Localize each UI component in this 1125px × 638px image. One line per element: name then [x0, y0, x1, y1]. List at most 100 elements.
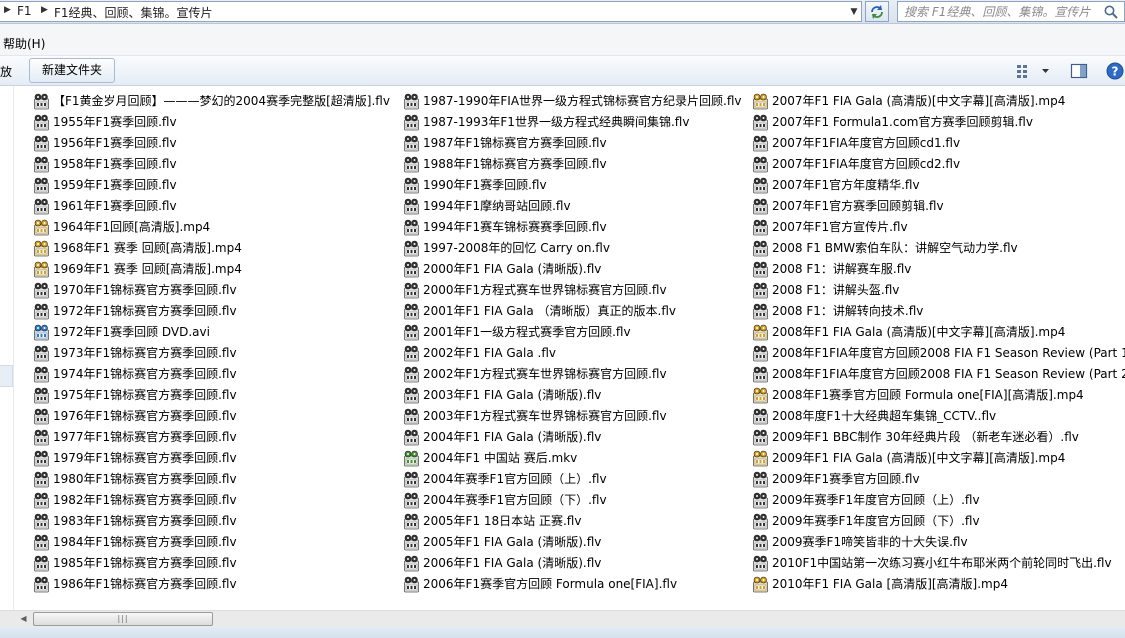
file-name: 2008年F1赛季官方回顾 Formula one[FIA][高清版].mp4	[772, 388, 1084, 402]
mp4-video-file-icon	[752, 93, 769, 110]
menu-help[interactable]: 帮助(H)	[3, 35, 45, 52]
flv-video-file-icon	[403, 114, 420, 131]
breadcrumb-item-f1[interactable]: F1	[17, 4, 32, 18]
flv-video-file-icon	[33, 135, 50, 152]
file-name: 2010F1中国站第一次练习赛小红牛布耶米两个前轮同时飞出.flv	[772, 556, 1112, 570]
flv-video-file-icon	[33, 93, 50, 110]
file-name: 2007年F1FIA年度官方回顾cd2.flv	[772, 157, 961, 171]
file-name: 2000年F1 FIA Gala (清晰版).flv	[423, 262, 602, 276]
file-name: 2009年F1赛季官方回顾.flv	[772, 472, 920, 486]
file-name: 1986年F1锦标赛官方赛季回顾.flv	[53, 577, 237, 591]
flv-video-file-icon	[752, 534, 769, 551]
flv-video-file-icon	[33, 177, 50, 194]
flv-video-file-icon	[752, 555, 769, 572]
flv-video-file-icon	[33, 387, 50, 404]
file-name: 1985年F1锦标赛官方赛季回顾.flv	[53, 556, 237, 570]
mkv-video-file-icon	[403, 450, 420, 467]
new-folder-button[interactable]: 新建文件夹	[29, 58, 115, 83]
scrollbar-thumb[interactable]: |||	[33, 612, 213, 626]
file-name: 1979年F1锦标赛官方赛季回顾.flv	[53, 451, 237, 465]
file-name: 1955年F1赛季回顾.flv	[53, 115, 177, 129]
preview-pane-icon	[1070, 63, 1088, 79]
flv-video-file-icon	[403, 324, 420, 341]
crumb-separator-icon[interactable]: ▶	[41, 5, 48, 15]
flv-video-file-icon	[403, 282, 420, 299]
flv-video-file-icon	[33, 555, 50, 572]
menu-bar: 帮助(H)	[0, 24, 1125, 56]
file-name: 1959年F1赛季回顾.flv	[53, 178, 177, 192]
command-bar: 放 新建文件夹 ?	[0, 56, 1125, 86]
file-name: 2009年F1 FIA Gala (高清版)[中文字幕][高清版].mp4	[772, 451, 1066, 465]
breadcrumb-item-current-folder[interactable]: F1经典、回顾、集锦。宣传片	[54, 4, 213, 21]
file-name: 1973年F1锦标赛官方赛季回顾.flv	[53, 346, 237, 360]
flv-video-file-icon	[403, 366, 420, 383]
flv-video-file-icon	[752, 303, 769, 320]
flv-video-file-icon	[33, 114, 50, 131]
file-name: 2008 F1 BMW索伯车队：讲解空气动力学.flv	[772, 241, 1018, 255]
flv-video-file-icon	[33, 450, 50, 467]
file-name: 2007年F1官方年度精华.flv	[772, 178, 920, 192]
file-name: 1964年F1回顾[高清版].mp4	[53, 220, 211, 234]
file-name: 2005年F1 18日本站 正赛.flv	[423, 514, 582, 528]
file-name: 1987年F1锦标赛官方赛季回顾.flv	[423, 136, 607, 150]
file-name: 1987-1993年F1世界一级方程式经典瞬间集锦.flv	[423, 115, 690, 129]
search-icon[interactable]	[1103, 4, 1119, 20]
file-name: 2003年F1 FIA Gala (清晰版).flv	[423, 388, 602, 402]
help-button[interactable]: ?	[1105, 61, 1125, 81]
flv-video-file-icon	[403, 492, 420, 509]
file-name: 2004年F1 FIA Gala (清晰版).flv	[423, 430, 602, 444]
navigation-pane[interactable]	[0, 86, 14, 610]
flv-video-file-icon	[403, 303, 420, 320]
address-bar[interactable]: ▶ F1 ▶ F1经典、回顾、集锦。宣传片 ▼	[0, 1, 862, 22]
file-name: 2009年赛季F1年度官方回顾（下）.flv	[772, 514, 980, 528]
search-input[interactable]	[904, 3, 1100, 20]
flv-video-file-icon	[403, 345, 420, 362]
flv-video-file-icon	[33, 513, 50, 530]
file-name: 1956年F1赛季回顾.flv	[53, 136, 177, 150]
horizontal-scrollbar[interactable]: ◀ |||	[0, 610, 1125, 627]
toolbar-play-button[interactable]: 放	[0, 63, 12, 80]
flv-video-file-icon	[752, 366, 769, 383]
flv-video-file-icon	[752, 429, 769, 446]
details-pane	[0, 627, 1125, 638]
flv-video-file-icon	[403, 576, 420, 593]
file-name: 1975年F1锦标赛官方赛季回顾.flv	[53, 388, 237, 402]
preview-pane-button[interactable]	[1069, 61, 1089, 81]
mp4-video-file-icon	[33, 261, 50, 278]
flv-video-file-icon	[752, 240, 769, 257]
help-icon: ?	[1106, 62, 1124, 80]
flv-video-file-icon	[403, 555, 420, 572]
file-name: 1994年F1赛车锦标赛赛季回顾.flv	[423, 220, 607, 234]
file-name: 2000年F1方程式赛车世界锦标赛官方回顾.flv	[423, 283, 667, 297]
flv-video-file-icon	[33, 576, 50, 593]
file-name: 2008年F1 FIA Gala (高清版)[中文字幕][高清版].mp4	[772, 325, 1066, 339]
file-name: 2009赛季F1啼笑皆非的十大失误.flv	[772, 535, 968, 549]
crumb-separator-icon[interactable]: ▶	[4, 5, 11, 15]
file-name: 2004年赛季F1官方回顾（下）.flv	[423, 493, 607, 507]
file-name: 1961年F1赛季回顾.flv	[53, 199, 177, 213]
mp4-video-file-icon	[33, 240, 50, 257]
file-name: 2007年F1官方宣传片.flv	[772, 220, 908, 234]
flv-video-file-icon	[403, 429, 420, 446]
address-history-chevron-down-icon[interactable]: ▼	[847, 4, 861, 21]
file-name: 2007年F1官方赛季回顾剪辑.flv	[772, 199, 944, 213]
view-options-icon	[1017, 65, 1049, 78]
flv-video-file-icon	[33, 429, 50, 446]
flv-video-file-icon	[403, 240, 420, 257]
flv-video-file-icon	[752, 408, 769, 425]
flv-video-file-icon	[403, 471, 420, 488]
flv-video-file-icon	[33, 303, 50, 320]
file-name: 2001年F1一级方程式赛季官方回顾.flv	[423, 325, 631, 339]
flv-video-file-icon	[403, 513, 420, 530]
change-view-button[interactable]	[1014, 62, 1052, 80]
scroll-left-arrow-icon[interactable]: ◀	[15, 611, 32, 627]
flv-video-file-icon	[33, 408, 50, 425]
file-name: 2007年F1FIA年度官方回顾cd1.flv	[772, 136, 961, 150]
mp4-video-file-icon	[752, 324, 769, 341]
refresh-button[interactable]	[865, 1, 889, 22]
flv-video-file-icon	[403, 534, 420, 551]
flv-video-file-icon	[33, 198, 50, 215]
navigation-pane-selected-item[interactable]	[0, 365, 13, 387]
file-name: 2010年F1 FIA Gala [高清版][高清版].mp4	[772, 577, 1008, 591]
svg-text:?: ?	[1112, 65, 1119, 79]
